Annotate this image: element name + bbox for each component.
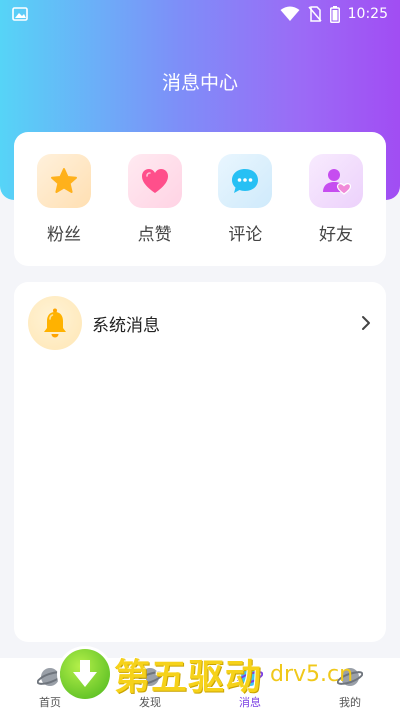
tab-mine[interactable]: 我的	[300, 658, 400, 711]
category-fans-icon-bg	[37, 154, 91, 208]
star-icon	[51, 168, 77, 193]
friend-icon	[322, 169, 351, 195]
system-message-icon-bg	[28, 296, 82, 350]
status-bar: 10:25	[0, 0, 400, 28]
system-message-row[interactable]: 系统消息	[14, 282, 386, 364]
battery-icon	[329, 5, 340, 23]
category-comments-icon-bg	[218, 154, 273, 208]
system-message-title: 系统消息	[92, 315, 160, 336]
category-fans-label: 粉丝	[47, 225, 81, 245]
tab-mine-label: 我的	[339, 696, 361, 709]
image-icon	[12, 7, 28, 21]
message-list-card: 系统消息	[14, 282, 386, 642]
tab-home-label: 首页	[39, 696, 61, 709]
category-comments-label: 评论	[228, 225, 263, 245]
bottom-tab-bar: 首页 发现 消息 我的	[0, 658, 400, 711]
planet-icon	[337, 668, 363, 686]
comment-icon	[232, 169, 259, 193]
category-likes-icon-bg	[127, 154, 182, 208]
category-fans[interactable]: 粉丝	[36, 154, 92, 266]
tab-discover-label: 发现	[139, 696, 161, 709]
bell-icon	[44, 308, 66, 338]
heart-icon	[141, 169, 168, 193]
planet-icon	[237, 668, 263, 686]
category-card: 粉丝 点赞 评论 好友	[14, 132, 386, 266]
status-time: 10:25	[347, 6, 388, 22]
tab-messages[interactable]: 消息	[200, 658, 300, 711]
category-likes-label: 点赞	[137, 225, 172, 245]
planet-icon	[37, 668, 63, 686]
tab-home[interactable]: 首页	[0, 658, 100, 711]
planet-icon	[137, 668, 163, 686]
category-friends[interactable]: 好友	[308, 154, 364, 266]
page-title: 消息中心	[161, 72, 238, 94]
tab-messages-label: 消息	[239, 696, 261, 709]
wifi-icon	[280, 6, 300, 21]
category-friends-label: 好友	[318, 225, 353, 245]
tab-discover[interactable]: 发现	[100, 658, 200, 711]
no-sim-icon	[308, 6, 322, 22]
category-likes[interactable]: 点赞	[127, 154, 183, 266]
category-comments[interactable]: 评论	[217, 154, 273, 266]
chevron-right-icon	[362, 316, 370, 330]
category-friends-icon-bg	[308, 154, 363, 208]
